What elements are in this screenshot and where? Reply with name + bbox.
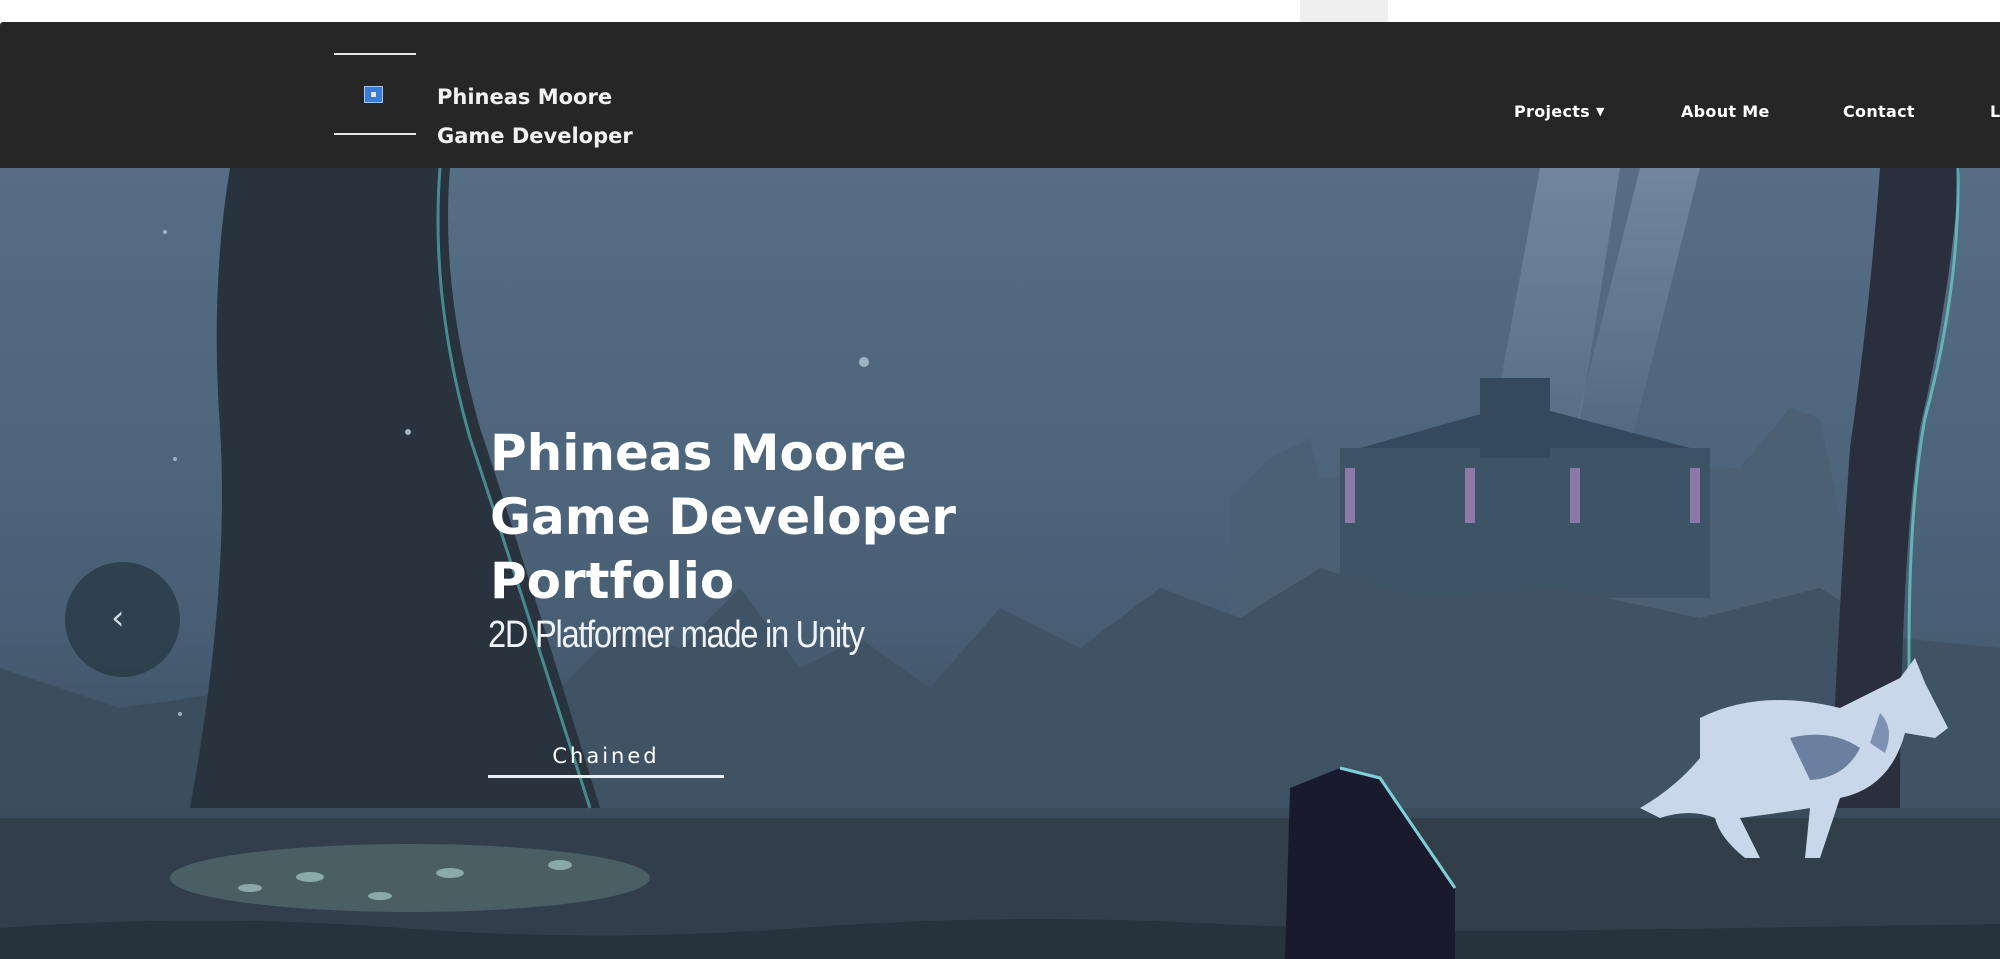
top-strip	[0, 0, 2000, 22]
nav-about-me[interactable]: About Me	[1681, 102, 1770, 121]
browser-chrome-block	[1300, 0, 1388, 22]
caret-down-icon: ▼	[1596, 105, 1605, 118]
brand-name-line2: Game Developer	[437, 124, 633, 148]
carousel-prev-button[interactable]: ‹	[65, 562, 180, 677]
game-logo-icon	[364, 86, 383, 103]
hero-title-line: Game Developer	[490, 488, 956, 546]
hero-title: Phineas Moore Game Developer Portfolio	[490, 421, 956, 613]
hero-background-art	[0, 168, 2000, 959]
nav-item-cut-off[interactable]: L	[1990, 102, 2000, 121]
puddle	[170, 844, 650, 912]
hero-title-line: Portfolio	[490, 552, 735, 610]
hero-title-line: Phineas Moore	[490, 424, 907, 482]
nav-projects[interactable]: Projects ▼	[1514, 102, 1605, 121]
brand-name[interactable]: Phineas Moore Game Developer	[437, 78, 633, 156]
project-button[interactable]: Chained	[488, 734, 724, 778]
hero-carousel: ‹ Phineas Moore Game Developer Portfolio…	[0, 168, 2000, 959]
brand-name-line1: Phineas Moore	[437, 85, 613, 109]
navbar: Phineas Moore Game Developer Projects ▼ A…	[0, 22, 2000, 168]
nav-projects-label: Projects	[1514, 102, 1591, 121]
hero-subtitle: 2D Platformer made in Unity	[488, 614, 865, 656]
nav-contact[interactable]: Contact	[1843, 102, 1915, 121]
brand-logo[interactable]	[334, 53, 416, 135]
chevron-left-icon: ‹	[111, 598, 125, 638]
